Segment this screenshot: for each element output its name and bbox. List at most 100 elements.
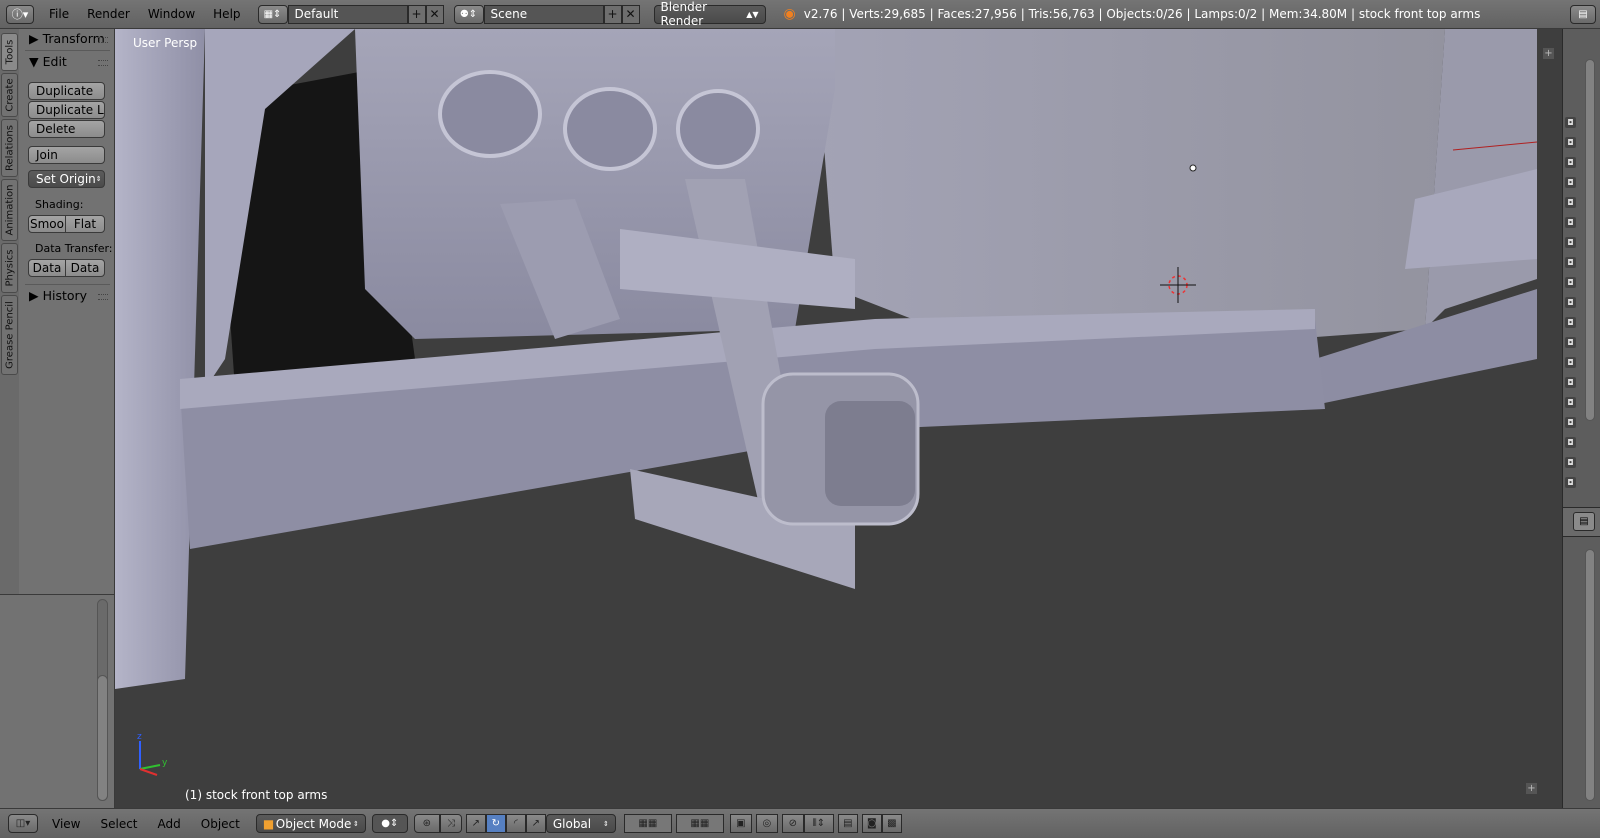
edit-label: Edit bbox=[42, 54, 67, 69]
rotate-manipulator-icon[interactable]: ↻ bbox=[485, 814, 506, 833]
edit-panel-header[interactable]: ▼ Edit bbox=[29, 54, 67, 69]
restrict-render-icon[interactable]: ◘ bbox=[1565, 377, 1576, 388]
layers-grid-icon[interactable]: ▦▦ bbox=[623, 814, 672, 833]
add-scene-icon[interactable]: + bbox=[603, 4, 622, 24]
data-transfer-label: Data Transfer: bbox=[35, 242, 113, 255]
restrict-render-icon[interactable]: ◘ bbox=[1565, 417, 1576, 428]
divider bbox=[25, 284, 110, 285]
menu-select[interactable]: Select bbox=[90, 817, 147, 831]
transform-panel-header[interactable]: ▶ Transform bbox=[29, 31, 105, 46]
remove-layout-icon[interactable]: ✕ bbox=[425, 4, 444, 24]
drag-grip-icon[interactable] bbox=[98, 60, 108, 66]
smooth-shading-button[interactable]: Smoo bbox=[28, 215, 66, 233]
add-layout-icon[interactable]: + bbox=[407, 4, 426, 24]
region-toggle-icon[interactable]: + bbox=[1543, 48, 1554, 59]
menu-file[interactable]: File bbox=[40, 7, 78, 21]
housing-hole bbox=[563, 87, 657, 171]
restrict-render-icon[interactable]: ◘ bbox=[1565, 177, 1576, 188]
mode-select[interactable]: ■ Object Mode ⇕ bbox=[255, 814, 366, 833]
layers-grid-icon[interactable]: ▦▦ bbox=[675, 814, 724, 833]
editor-type-icon[interactable]: ◫▾ bbox=[8, 814, 38, 833]
restrict-render-icon[interactable]: ◘ bbox=[1565, 317, 1576, 328]
restrict-render-icon[interactable]: ◘ bbox=[1565, 297, 1576, 308]
set-origin-select[interactable]: Set Origin ⇕ bbox=[28, 170, 105, 188]
properties-editor-icon[interactable]: ▤ bbox=[1573, 512, 1595, 531]
orientation-select[interactable]: Global ⇕ bbox=[545, 814, 616, 833]
transform-orientation-icon[interactable]: ↗ bbox=[525, 814, 546, 833]
opengl-render-icon[interactable]: ▤ bbox=[837, 814, 858, 833]
tab-relations[interactable]: Relations bbox=[1, 119, 18, 177]
restrict-render-icon[interactable]: ◘ bbox=[1565, 217, 1576, 228]
manipulator-toggle-icon[interactable]: ⤨ bbox=[439, 814, 462, 833]
scene-stats: v2.76 | Verts:29,685 | Faces:27,956 | Tr… bbox=[803, 7, 1481, 21]
region-toggle-icon[interactable]: + bbox=[1526, 783, 1537, 794]
scrollbar-thumb[interactable] bbox=[97, 675, 108, 801]
remove-scene-icon[interactable]: ✕ bbox=[621, 4, 640, 24]
menu-object[interactable]: Object bbox=[191, 817, 250, 831]
menu-render[interactable]: Render bbox=[78, 7, 139, 21]
tab-tools[interactable]: Tools bbox=[1, 33, 18, 71]
restrict-render-icon[interactable]: ◘ bbox=[1565, 337, 1576, 348]
scene-field[interactable]: Scene bbox=[483, 4, 604, 24]
lock-layers-icon[interactable]: ▣ bbox=[729, 814, 752, 833]
join-button[interactable]: Join bbox=[28, 146, 105, 164]
restrict-render-icon[interactable]: ◘ bbox=[1565, 257, 1576, 268]
duplicate-linked-button[interactable]: Duplicate L... bbox=[28, 101, 105, 119]
restrict-render-icon[interactable]: ◘ bbox=[1565, 477, 1576, 488]
axis-y-label: y bbox=[162, 758, 168, 768]
tab-physics[interactable]: Physics bbox=[1, 243, 18, 293]
tab-grease-pencil[interactable]: Grease Pencil bbox=[1, 295, 18, 375]
pivot-point-select[interactable]: ⊛ bbox=[413, 814, 440, 833]
menu-window[interactable]: Window bbox=[139, 7, 204, 21]
wheel-hub-face bbox=[825, 401, 915, 506]
render-engine-select[interactable]: Blender Render ▲▼ bbox=[653, 0, 766, 28]
history-label: History bbox=[42, 288, 88, 303]
restrict-render-icon[interactable]: ◘ bbox=[1565, 437, 1576, 448]
collapsed-arrow-icon: ▶ bbox=[29, 288, 39, 303]
restrict-render-icon[interactable]: ◘ bbox=[1565, 197, 1576, 208]
screen-layout-icon[interactable]: ▦⇕ bbox=[257, 4, 288, 24]
top-header: ⓘ▾ File Render Window Help ▦⇕ Default + … bbox=[0, 0, 1600, 29]
collapsed-arrow-icon: ▶ bbox=[29, 31, 39, 46]
render-animation-icon[interactable]: ▩ bbox=[881, 814, 902, 833]
screen-layout-field[interactable]: Default bbox=[287, 4, 408, 24]
restrict-render-icon[interactable]: ◘ bbox=[1565, 137, 1576, 148]
shading-label: Shading: bbox=[35, 198, 84, 211]
proportional-edit-icon[interactable]: ◎ bbox=[755, 814, 778, 833]
tab-animation[interactable]: Animation bbox=[1, 179, 18, 241]
housing-hole bbox=[438, 70, 542, 158]
translate-manipulator-icon[interactable]: ↗ bbox=[465, 814, 486, 833]
snap-toggle-icon[interactable]: ⊘ bbox=[781, 814, 804, 833]
3d-viewport[interactable]: z y User Persp (1) stock front top arms … bbox=[115, 29, 1562, 808]
tab-create[interactable]: Create bbox=[1, 73, 18, 117]
data-transfer-layout-button[interactable]: Data bbox=[65, 259, 105, 277]
data-transfer-button[interactable]: Data bbox=[28, 259, 66, 277]
snap-element-icon[interactable]: ⫴⇕ bbox=[803, 814, 834, 833]
menu-view[interactable]: View bbox=[42, 817, 90, 831]
duplicate-button[interactable]: Duplicate bbox=[28, 82, 105, 100]
restrict-render-icon[interactable]: ◘ bbox=[1565, 357, 1576, 368]
delete-button[interactable]: Delete bbox=[28, 120, 105, 138]
set-origin-label: Set Origin bbox=[36, 172, 96, 186]
viewport-shading-select[interactable]: ●⇕ bbox=[371, 814, 408, 833]
menu-add[interactable]: Add bbox=[148, 817, 191, 831]
menu-help[interactable]: Help bbox=[204, 7, 249, 21]
active-object-label: (1) stock front top arms bbox=[185, 788, 328, 802]
scene-icon[interactable]: ⚉⇕ bbox=[453, 4, 484, 24]
restrict-render-icon[interactable]: ◘ bbox=[1565, 457, 1576, 468]
scale-manipulator-icon[interactable]: ◜ bbox=[505, 814, 526, 833]
flat-shading-button[interactable]: Flat bbox=[65, 215, 105, 233]
properties-scrollbar[interactable] bbox=[1585, 549, 1595, 801]
restrict-render-icon[interactable]: ◘ bbox=[1565, 397, 1576, 408]
restrict-render-icon[interactable]: ◘ bbox=[1565, 237, 1576, 248]
drag-grip-icon[interactable] bbox=[98, 37, 108, 43]
info-editor-icon[interactable]: ⓘ▾ bbox=[6, 4, 34, 24]
render-image-icon[interactable]: ◙ bbox=[861, 814, 882, 833]
properties-editor-icon[interactable]: ▤ bbox=[1570, 4, 1596, 24]
restrict-render-icon[interactable]: ◘ bbox=[1565, 157, 1576, 168]
history-panel-header[interactable]: ▶ History bbox=[29, 288, 87, 303]
restrict-render-icon[interactable]: ◘ bbox=[1565, 277, 1576, 288]
outliner-scrollbar[interactable] bbox=[1585, 59, 1595, 421]
restrict-render-icon[interactable]: ◘ bbox=[1565, 117, 1576, 128]
drag-grip-icon[interactable] bbox=[98, 294, 108, 300]
